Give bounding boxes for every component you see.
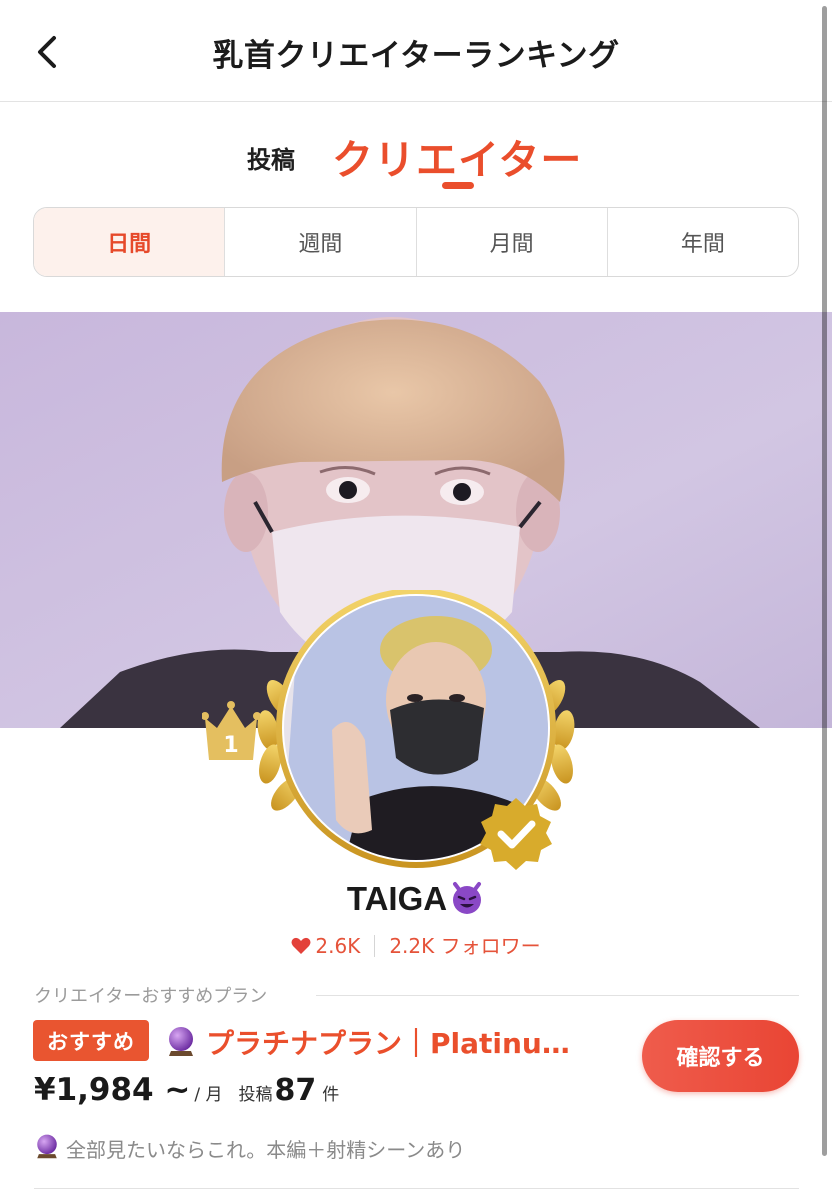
top-navigation-bar: 乳首クリエイターランキング (0, 0, 832, 102)
stats-divider (374, 935, 376, 957)
crystal-ball-icon (169, 1027, 193, 1056)
crystal-ball-small-icon (37, 1134, 57, 1159)
recommended-plan-label: クリエイターおすすめプラン (34, 986, 268, 1007)
period-tab-weekly[interactable]: 週間 (225, 208, 417, 276)
creator-stats: 2.6K 2.2K フォロワー (0, 930, 832, 959)
period-tab-monthly[interactable]: 月間 (417, 208, 608, 276)
rank-crown-badge: 1 (202, 701, 260, 760)
scrollbar[interactable] (822, 6, 827, 1156)
tab-creators[interactable]: クリエイター (332, 126, 582, 186)
price-unit: / 月 (194, 1085, 223, 1105)
verified-badge-icon (480, 798, 552, 870)
ranking-mode-tabs: 投稿 クリエイター (0, 126, 832, 196)
page-title: 乳首クリエイターランキング (212, 38, 620, 74)
heart-icon (291, 937, 311, 954)
creator-name[interactable]: TAIGA (0, 880, 832, 918)
bottom-divider (34, 1188, 799, 1189)
section-divider (316, 995, 799, 996)
rank-number: 1 (223, 733, 238, 758)
tab-posts[interactable]: 投稿 (247, 140, 295, 175)
period-selector: 日間 週間 月間 年間 (33, 207, 799, 277)
plan-price-row: ¥1,984 ~ / 月投稿87 件 (34, 1072, 339, 1114)
posts-unit: 件 (322, 1085, 340, 1105)
recommend-badge: おすすめ (33, 1020, 149, 1061)
period-tab-daily[interactable]: 日間 (34, 208, 226, 276)
period-tab-yearly[interactable]: 年間 (608, 208, 798, 276)
likes-count: 2.6K (315, 934, 361, 958)
active-tab-indicator (442, 182, 474, 189)
plan-description: 全部見たいならこれ。本編＋射精シーンあり (66, 1138, 466, 1162)
confirm-button[interactable]: 確認する (642, 1020, 799, 1092)
followers-count: 2.2K フォロワー (389, 934, 541, 958)
creator-name-text: TAIGA (346, 880, 448, 917)
posts-label: 投稿 (238, 1085, 273, 1105)
plan-price: ¥1,984 ~ (34, 1072, 191, 1108)
smiling-devil-icon (453, 882, 482, 914)
plan-title-link[interactable]: プラチナプラン｜Platinu… (206, 1022, 606, 1062)
posts-count: 87 (274, 1073, 317, 1108)
